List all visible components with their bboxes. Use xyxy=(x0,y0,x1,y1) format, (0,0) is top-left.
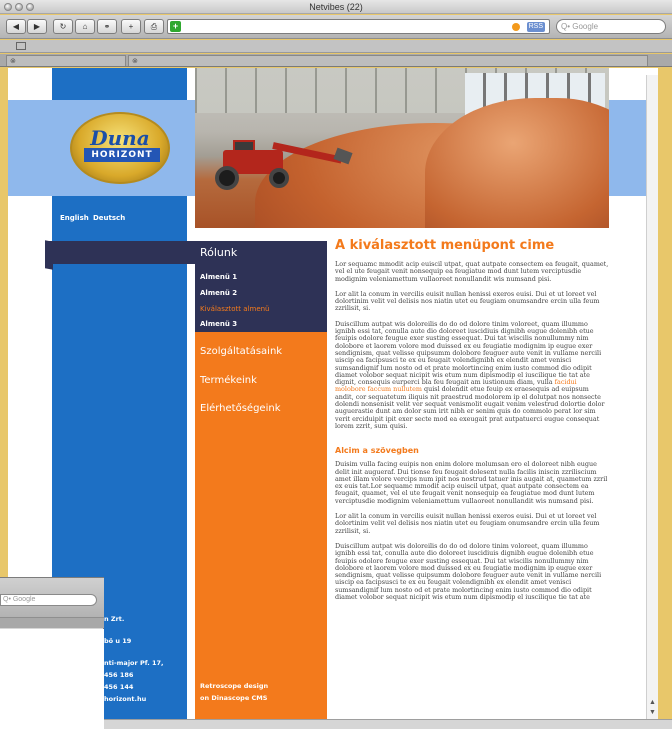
window-controls[interactable] xyxy=(4,3,34,11)
minimize-window-button[interactable] xyxy=(15,3,23,11)
tractor-image xyxy=(213,140,353,190)
print-button[interactable]: ⎙ xyxy=(144,19,164,34)
contact-po-box: nti-major Pf. 17, xyxy=(104,659,164,667)
reload-button[interactable]: ↻ xyxy=(53,19,73,34)
browser-toolbar: ◀ ▶ ↻ ⌂ ⚭ + ⎙ + RSS Q• Google xyxy=(0,15,672,39)
nav-item-elerhetosegeink[interactable]: Elérhetőségeink xyxy=(200,403,280,414)
nav-item-rolunk[interactable]: Rólunk xyxy=(200,246,237,259)
tab-bar: ⊗ ⊗ xyxy=(0,54,672,67)
submenu-item-1[interactable]: Almenü 1 xyxy=(200,273,237,281)
add-bookmark-button[interactable]: + xyxy=(121,19,141,34)
contact-web[interactable]: horizont.hu xyxy=(104,695,146,703)
rss-button[interactable]: RSS xyxy=(526,22,545,32)
back-button[interactable]: ◀ xyxy=(6,19,26,34)
submenu-item-3[interactable]: Almenü 3 xyxy=(200,320,237,328)
paragraph: Duisim vulla facing euipis non enim dolo… xyxy=(335,460,608,505)
bookmarks-icon[interactable] xyxy=(16,42,26,50)
contact-street: bö u 19 xyxy=(104,637,132,645)
nav-header-bar xyxy=(45,240,327,270)
logo-banner: HORIZONT xyxy=(84,148,160,162)
paragraph: Lor sequamc mmodit acip euiscil utpat, q… xyxy=(335,260,609,283)
page-scrollbar[interactable]: ▲ ▼ xyxy=(646,75,658,720)
section-subheading: Alcim a szövegben xyxy=(335,446,419,456)
search-input[interactable]: Q• Google xyxy=(556,19,666,34)
submenu-item-2[interactable]: Almenü 2 xyxy=(200,289,237,297)
site-icon: + xyxy=(170,21,181,32)
lang-deutsch[interactable]: Deutsch xyxy=(93,214,125,222)
web-page: Duna HORIZONT English Deutsch Rólunk Alm… xyxy=(8,68,658,729)
reload-dot-icon xyxy=(512,23,520,31)
paragraph: Lor alit la conum in vercilis euisit nul… xyxy=(335,289,600,313)
background-tab-bar xyxy=(0,618,104,628)
address-bar[interactable]: + RSS xyxy=(167,19,550,34)
site-logo[interactable]: Duna HORIZONT xyxy=(70,112,170,184)
credits-line-1[interactable]: Retroscope design xyxy=(200,682,268,690)
close-tab-icon[interactable]: ⊗ xyxy=(132,57,138,65)
credits-line-2[interactable]: on Dinascope CMS xyxy=(200,694,267,702)
page-title: A kiválasztott menüpont cime xyxy=(335,238,555,253)
nav-item-termekeink[interactable]: Termékeink xyxy=(200,375,257,386)
header-photo xyxy=(195,68,609,228)
lang-english[interactable]: English xyxy=(60,214,89,222)
background-window[interactable]: Q• Google xyxy=(0,577,104,729)
paragraph-text: quisl dolendit etue feuip ex eraesequis … xyxy=(335,385,605,430)
background-search-input[interactable]: Q• Google xyxy=(0,594,97,606)
background-page xyxy=(0,629,104,729)
paragraph-text: Duiscillum autpat wis doloreilis do do o… xyxy=(335,319,602,387)
bookmarks-bar xyxy=(0,40,672,53)
paragraph: Duiscillum autpat wis doloreilis do do o… xyxy=(335,319,609,430)
orange-nav-column xyxy=(195,264,327,729)
logo-text: Duna xyxy=(90,126,150,150)
main-content: A kiválasztott menüpont cime Lor sequamc… xyxy=(335,238,609,609)
status-bar xyxy=(104,719,672,729)
nav-item-szolgaltatasaink[interactable]: Szolgáltatásaink xyxy=(200,346,282,357)
contact-company: n Zrt. xyxy=(104,615,125,623)
tab-1[interactable]: ⊗ xyxy=(6,55,126,66)
window-title: Netvibes (22) xyxy=(309,2,363,12)
background-toolbar: Q• Google xyxy=(0,578,104,618)
contact-fax: 456 144 xyxy=(104,683,134,691)
autofill-button[interactable]: ⚭ xyxy=(97,19,117,34)
close-tab-icon[interactable]: ⊗ xyxy=(10,57,16,65)
close-window-button[interactable] xyxy=(4,3,12,11)
paragraph: Duiscillum autpat wis doloreilis do do o… xyxy=(335,541,602,601)
zoom-window-button[interactable] xyxy=(26,3,34,11)
paragraph: Lor alit la conum in vercilis euisit nul… xyxy=(335,512,600,535)
home-button[interactable]: ⌂ xyxy=(75,19,95,34)
scroll-up-icon[interactable]: ▲ xyxy=(649,699,656,706)
submenu-item-selected[interactable]: Kiválasztott almenü xyxy=(200,305,270,313)
forward-button[interactable]: ▶ xyxy=(27,19,47,34)
contact-phone: 456 186 xyxy=(104,671,134,679)
window-title-bar: Netvibes (22) xyxy=(0,0,672,14)
scroll-down-icon[interactable]: ▼ xyxy=(649,709,656,716)
tab-2[interactable]: ⊗ xyxy=(128,55,648,66)
